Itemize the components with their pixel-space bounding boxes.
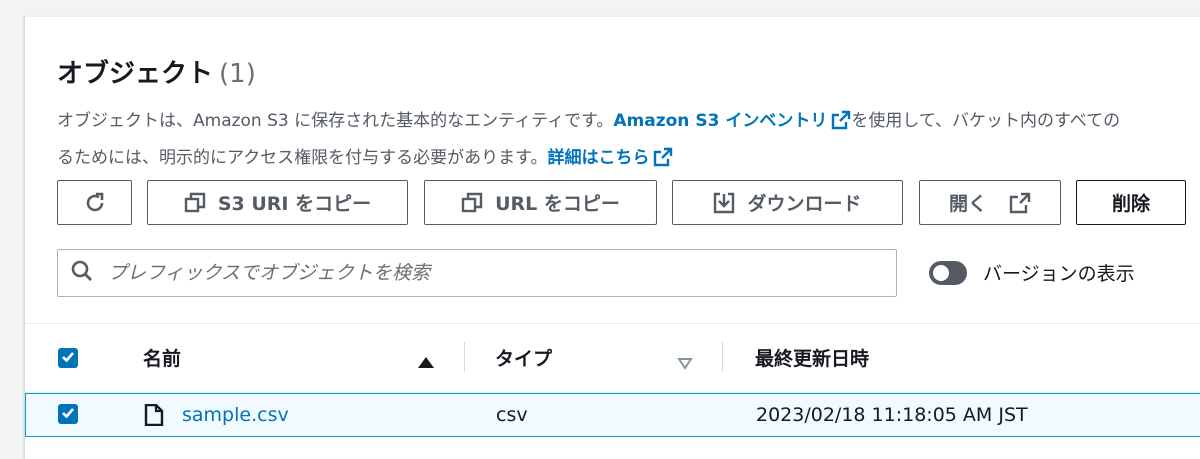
title-text: オブジェクト — [57, 59, 214, 89]
page-title: オブジェクト (1) — [57, 53, 256, 90]
column-header-type[interactable]: タイプ — [495, 344, 552, 371]
external-link-icon — [1009, 192, 1031, 214]
refresh-button[interactable] — [57, 180, 132, 225]
external-link-icon — [831, 109, 851, 142]
show-versions-label: バージョンの表示 — [983, 263, 1135, 285]
select-all-checkbox[interactable] — [58, 348, 78, 368]
object-last-modified: 2023/02/18 11:18:05 AM JST — [756, 404, 1028, 426]
column-divider[interactable] — [722, 342, 723, 372]
copy-s3-uri-button[interactable]: S3 URI をコピー — [147, 180, 408, 225]
open-label: 開く — [948, 193, 987, 215]
search-icon — [58, 259, 106, 287]
column-divider[interactable] — [464, 342, 465, 372]
description-text-1: オブジェクトは、Amazon S3 に保存された基本的なエンティティです。 — [57, 111, 614, 131]
show-versions-toggle[interactable] — [929, 260, 967, 285]
object-name-link[interactable]: sample.csv — [182, 404, 289, 426]
description: オブジェクトは、Amazon S3 に保存された基本的なエンティティです。Ama… — [57, 105, 1200, 179]
description-line-1: オブジェクトは、Amazon S3 に保存された基本的なエンティティです。Ama… — [57, 105, 1200, 142]
refresh-icon — [83, 191, 107, 215]
copy-icon — [461, 192, 483, 214]
delete-button[interactable]: 削除 — [1076, 180, 1186, 225]
download-button[interactable]: ダウンロード — [672, 180, 903, 225]
copy-icon — [184, 192, 206, 214]
learn-more-link[interactable]: 詳細はこちら — [547, 148, 649, 168]
objects-panel: オブジェクト (1) オブジェクトは、Amazon S3 に保存された基本的なエン… — [24, 16, 1200, 459]
search-input[interactable] — [106, 261, 870, 285]
external-link-icon — [653, 146, 673, 179]
table-row[interactable]: sample.csv csv 2023/02/18 11:18:05 AM JS… — [25, 393, 1200, 437]
description-text-2: を使用して、バケット内のすべての — [851, 111, 1121, 131]
download-icon — [713, 192, 735, 214]
inventory-link[interactable]: Amazon S3 インベントリ — [613, 111, 827, 131]
download-label: ダウンロード — [747, 193, 862, 215]
column-header-last-modified[interactable]: 最終更新日時 — [755, 344, 869, 371]
description-text-3: るためには、明示的にアクセス権限を付与する必要があります。 — [57, 148, 548, 168]
check-icon — [61, 347, 75, 369]
copy-url-label: URL をコピー — [495, 193, 620, 215]
row-checkbox[interactable] — [58, 404, 78, 424]
file-icon — [144, 403, 164, 431]
search-field[interactable] — [57, 249, 897, 297]
table-header: 名前 タイプ 最終更新日時 — [25, 323, 1200, 393]
description-line-2: るためには、明示的にアクセス権限を付与する必要があります。詳細はこちら — [57, 142, 1200, 179]
copy-url-button[interactable]: URL をコピー — [424, 180, 657, 225]
sort-desc-icon[interactable] — [677, 353, 693, 375]
check-icon — [61, 403, 75, 425]
sort-asc-icon[interactable] — [417, 352, 435, 374]
delete-label: 削除 — [1111, 193, 1150, 215]
show-versions-control[interactable]: バージョンの表示 — [929, 259, 1135, 286]
copy-s3-uri-label: S3 URI をコピー — [217, 193, 372, 215]
object-count: (1) — [219, 59, 256, 89]
column-header-name[interactable]: 名前 — [143, 344, 181, 371]
open-button[interactable]: 開く — [919, 180, 1061, 225]
object-type: csv — [496, 404, 528, 426]
